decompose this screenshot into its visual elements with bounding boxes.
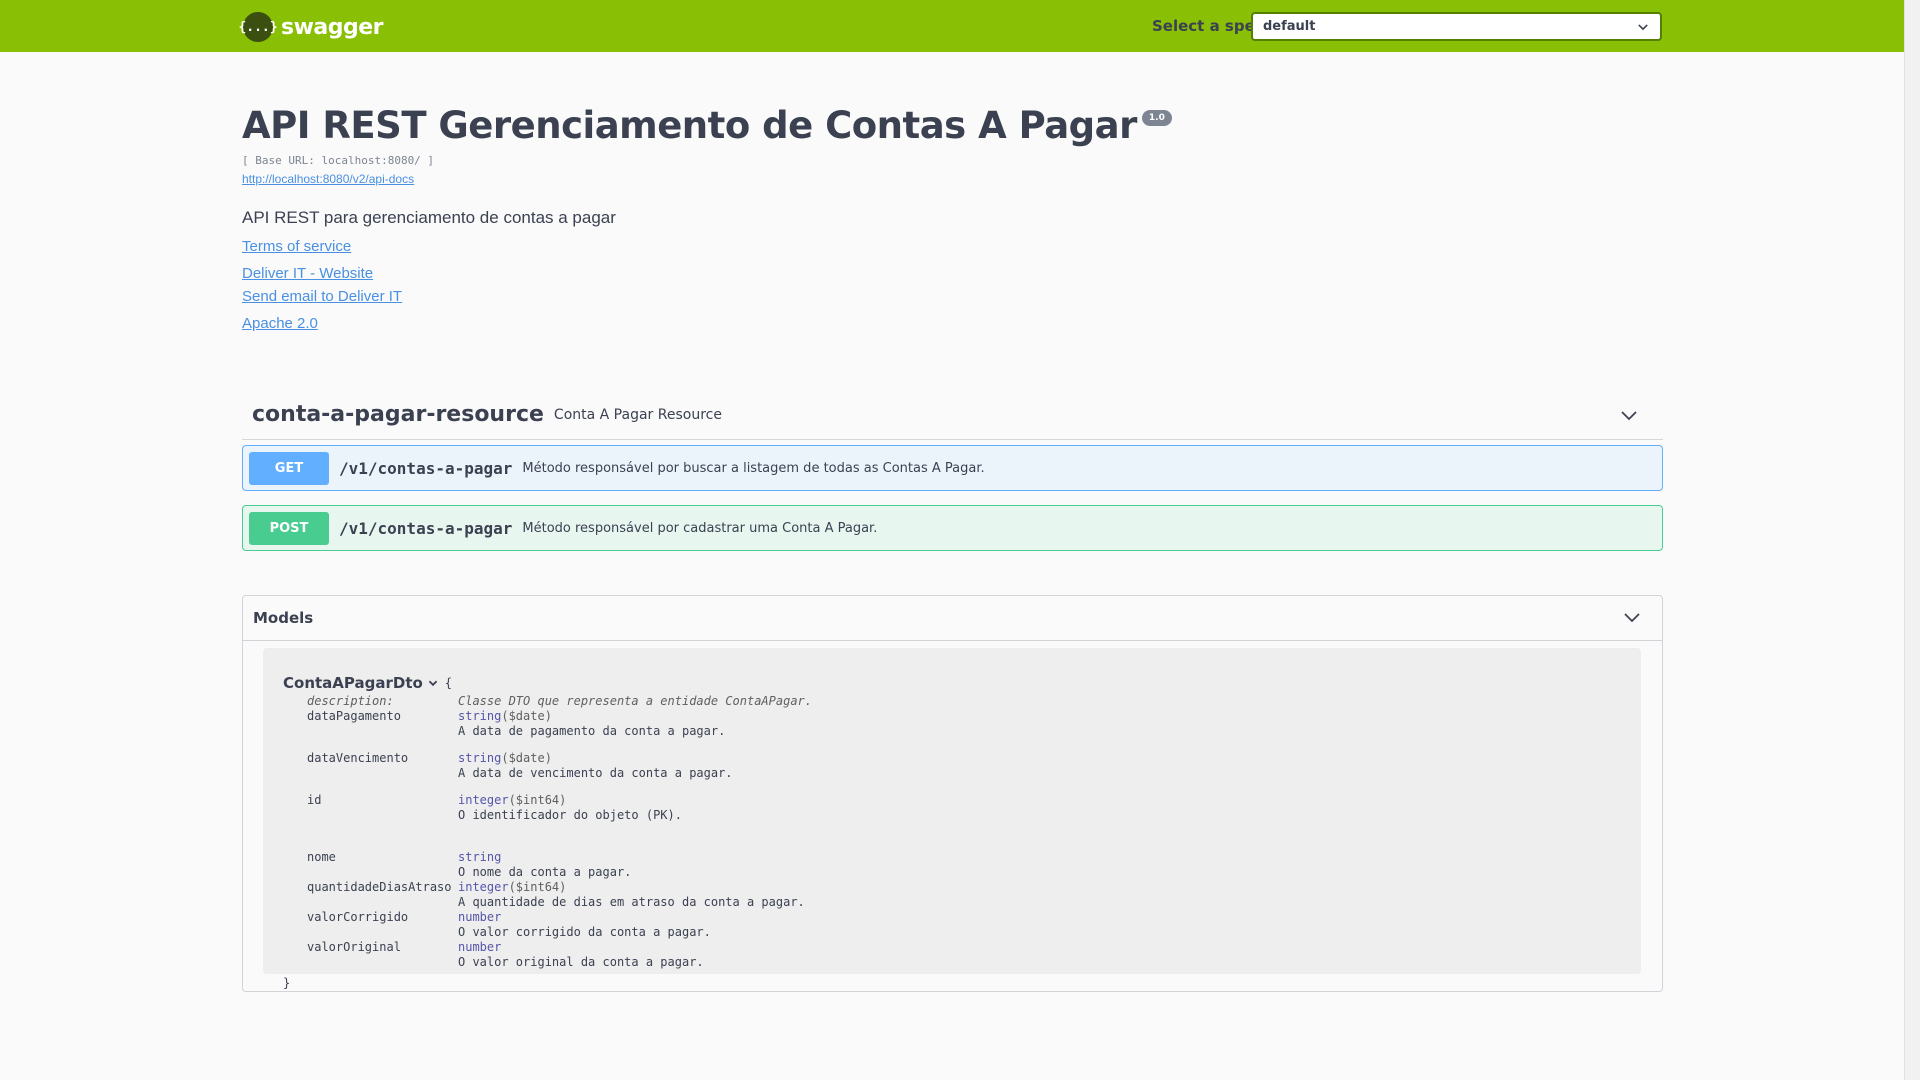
version-badge: 1.0 <box>1141 110 1172 126</box>
property-type: integer <box>458 793 509 807</box>
model-properties: description: Classe DTO que representa a… <box>307 694 1621 970</box>
model-name[interactable]: ContaAPagarDto <box>283 674 423 692</box>
terms-of-service-link[interactable]: Terms of service <box>242 238 1662 255</box>
operation-path: /v1/contas-a-pagar <box>339 458 513 478</box>
property-type: number <box>458 940 502 954</box>
top-bar: {...} swagger Select a spec default <box>0 0 1904 52</box>
swagger-logo-icon: {...} <box>238 12 278 42</box>
property-desc-row: A quantidade de dias em atraso da conta … <box>307 895 1621 910</box>
property-desc-row: A data de pagamento da conta a pagar. <box>307 724 1621 739</box>
property-name: quantidadeDiasAtraso <box>307 880 452 894</box>
method-badge-post: POST <box>249 511 329 545</box>
property-format: ($date) <box>501 751 552 765</box>
property-type: string <box>458 850 502 864</box>
property-row: dataVencimento string($date) <box>307 751 1621 766</box>
property-name: nome <box>307 850 336 864</box>
property-row: nome string <box>307 850 1621 865</box>
property-description: A data de vencimento da conta a pagar. <box>458 766 733 780</box>
api-docs-link[interactable]: http://localhost:8080/v2/api-docs <box>242 172 1662 186</box>
select-spec-label: Select a spec <box>1152 17 1264 35</box>
chevron-down-icon[interactable] <box>1622 608 1642 628</box>
operation-summary: Método responsável por buscar a listagem… <box>522 460 985 476</box>
chevron-down-icon[interactable] <box>427 677 439 689</box>
property-description: O valor original da conta a pagar. <box>458 955 704 969</box>
property-desc-row: O identificador do objeto (PK). <box>307 808 1621 823</box>
property-type: number <box>458 910 502 924</box>
operation-path: /v1/contas-a-pagar <box>339 518 513 538</box>
property-name: valorCorrigido <box>307 910 409 924</box>
tag-description: Conta A Pagar Resource <box>553 406 722 423</box>
property-desc-row: A data de vencimento da conta a pagar. <box>307 766 1621 781</box>
property-desc-row: O nome da conta a pagar. <box>307 865 1621 880</box>
property-type: string <box>458 709 502 723</box>
property-format: ($int64) <box>508 880 567 894</box>
model-container: ContaAPagarDto { description: Classe DTO… <box>263 648 1641 990</box>
property-description: A quantidade de dias em atraso da conta … <box>458 895 805 909</box>
swagger-logo[interactable]: {...} swagger <box>238 12 384 42</box>
models-section: Models ContaAPagarDto { description: Cla… <box>242 595 1663 992</box>
models-header[interactable]: Models <box>243 596 1662 641</box>
page-title: API REST Gerenciamento de Contas A Pagar <box>242 104 1137 147</box>
operation-summary: Método responsável por cadastrar uma Con… <box>522 520 878 536</box>
tag-header-conta-a-pagar-resource[interactable]: conta-a-pagar-resource Conta A Pagar Res… <box>242 390 1663 440</box>
property-desc-row: O valor corrigido da conta a pagar. <box>307 925 1621 940</box>
property-name: dataPagamento <box>307 709 401 723</box>
property-row: id integer($int64) <box>307 793 1621 808</box>
property-row: valorCorrigido number <box>307 910 1621 925</box>
spec-select-value: default <box>1263 19 1316 34</box>
property-row: valorOriginal number <box>307 940 1621 955</box>
property-description: O nome da conta a pagar. <box>458 865 632 879</box>
api-description: API REST para gerenciamento de contas a … <box>242 208 616 227</box>
property-name: id <box>307 793 322 807</box>
property-desc-row: O valor original da conta a pagar. <box>307 955 1621 970</box>
property-description: O valor corrigido da conta a pagar. <box>458 925 711 939</box>
property-format: ($date) <box>501 709 552 723</box>
operation-get-contas-a-pagar[interactable]: GET /v1/contas-a-pagar Método responsáve… <box>242 445 1663 491</box>
property-description: O identificador do objeto (PK). <box>458 808 682 822</box>
operation-post-contas-a-pagar[interactable]: POST /v1/contas-a-pagar Método responsáv… <box>242 505 1663 551</box>
method-badge-get: GET <box>249 451 329 485</box>
property-description: A data de pagamento da conta a pagar. <box>458 724 726 738</box>
property-type: integer <box>458 880 509 894</box>
model-description-row: description: Classe DTO que representa a… <box>307 694 1621 709</box>
property-name: dataVencimento <box>307 751 409 765</box>
property-row: dataPagamento string($date) <box>307 709 1621 724</box>
website-link[interactable]: Deliver IT - Website <box>242 265 1662 282</box>
api-info: API REST Gerenciamento de Contas A Pagar… <box>242 102 1662 332</box>
tag-name: conta-a-pagar-resource <box>252 402 544 427</box>
close-brace: } <box>283 976 291 990</box>
models-title: Models <box>253 609 314 627</box>
swagger-logo-text: swagger <box>281 14 384 40</box>
description-value: Classe DTO que representa a entidade Con… <box>458 694 813 708</box>
description-key: description: <box>307 694 394 708</box>
property-name: valorOriginal <box>307 940 401 954</box>
chevron-down-icon <box>1638 23 1648 30</box>
spec-select[interactable]: default <box>1251 12 1662 41</box>
property-type: string <box>458 751 502 765</box>
email-link[interactable]: Send email to Deliver IT <box>242 288 1662 305</box>
property-format: ($int64) <box>508 793 567 807</box>
license-link[interactable]: Apache 2.0 <box>242 315 1662 332</box>
base-url: [ Base URL: localhost:8080/ ] <box>242 154 435 167</box>
chevron-down-icon[interactable] <box>1619 406 1639 426</box>
page-scrollbar[interactable] <box>1904 0 1920 1080</box>
open-brace: { <box>444 676 453 690</box>
property-row: quantidadeDiasAtraso integer($int64) <box>307 880 1621 895</box>
